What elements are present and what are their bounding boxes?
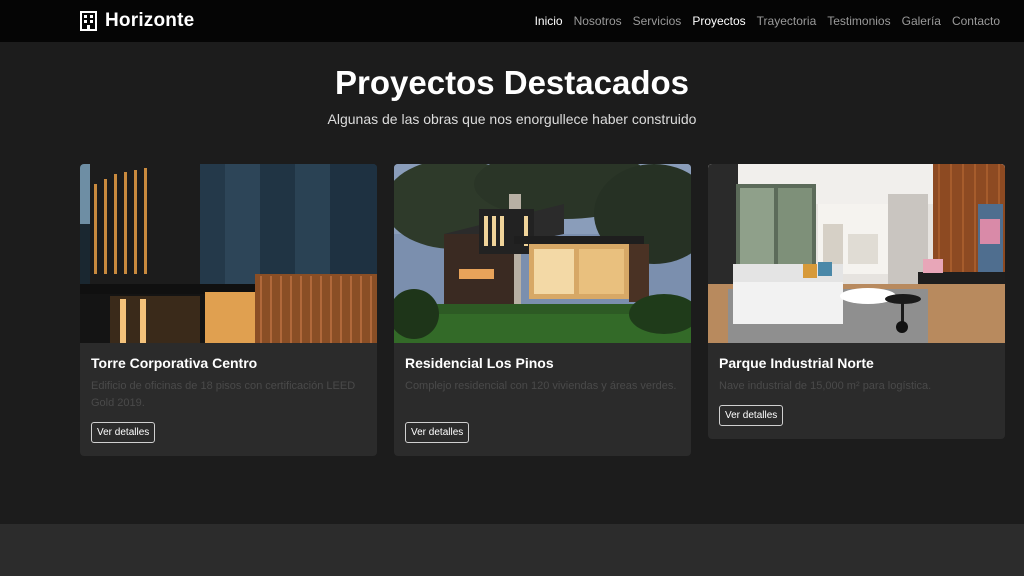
card-body: Torre Corporativa Centro Edificio de ofi… <box>80 343 377 443</box>
ver-detalles-button[interactable]: Ver detalles <box>405 422 470 443</box>
ver-detalles-button[interactable]: Ver detalles <box>91 422 156 443</box>
section-title: Proyectos Destacados <box>335 64 689 101</box>
brand-logo-link[interactable]: Horizonte <box>80 10 194 32</box>
nav-link-nosotros[interactable]: Nosotros <box>574 14 622 28</box>
building-icon <box>80 11 97 31</box>
project-card: Parque Industrial Norte Nave industrial … <box>708 164 1005 439</box>
next-section-strip <box>0 524 1024 576</box>
project-image-office-building <box>80 164 377 343</box>
project-image-living-room <box>708 164 1005 343</box>
card-title: Residencial Los Pinos <box>405 355 554 371</box>
project-card: Torre Corporativa Centro Edificio de ofi… <box>80 164 377 456</box>
card-body: Parque Industrial Norte Nave industrial … <box>708 343 1005 426</box>
card-description: Complejo residencial con 120 viviendas y… <box>405 380 677 392</box>
nav-link-galeria[interactable]: Galería <box>902 14 941 28</box>
nav-link-trayectoria[interactable]: Trayectoria <box>757 14 817 28</box>
card-description: Nave industrial de 15,000 m² para logíst… <box>719 380 932 392</box>
card-description: Edificio de oficinas de 18 pisos con cer… <box>91 380 356 409</box>
project-card: Residencial Los Pinos Complejo residenci… <box>394 164 691 456</box>
nav-link-inicio[interactable]: Inicio <box>535 14 563 28</box>
nav-link-proyectos[interactable]: Proyectos <box>692 14 745 28</box>
top-navbar: Horizonte Inicio Nosotros Servicios Proy… <box>0 0 1024 42</box>
nav-link-servicios[interactable]: Servicios <box>633 14 682 28</box>
card-body: Residencial Los Pinos Complejo residenci… <box>394 343 691 443</box>
nav-link-contacto[interactable]: Contacto <box>952 14 1000 28</box>
section-subtitle: Algunas de las obras que nos enorgullece… <box>327 111 697 127</box>
nav-menu: Inicio Nosotros Servicios Proyectos Tray… <box>535 14 1000 28</box>
brand-name: Horizonte <box>105 10 195 31</box>
nav-link-testimonios[interactable]: Testimonios <box>827 14 890 28</box>
projects-section: Proyectos Destacados Algunas de las obra… <box>0 42 1024 524</box>
card-title: Parque Industrial Norte <box>719 355 874 371</box>
project-image-residential-house <box>394 164 691 343</box>
card-title: Torre Corporativa Centro <box>91 355 258 371</box>
ver-detalles-button[interactable]: Ver detalles <box>719 405 784 426</box>
